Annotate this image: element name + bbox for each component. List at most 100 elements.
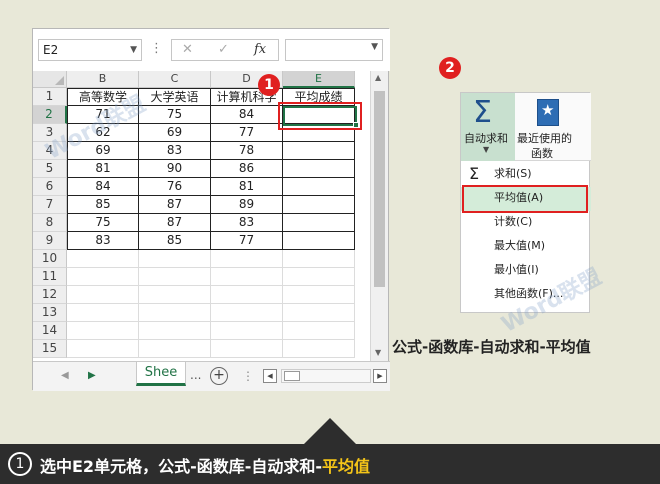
table-cell[interactable]: 84	[211, 106, 283, 124]
row-header-5[interactable]: 5	[33, 160, 67, 178]
table-cell[interactable]: 87	[139, 214, 211, 232]
table-cell[interactable]: 76	[139, 178, 211, 196]
table-cell[interactable]	[283, 250, 355, 268]
column-header-c[interactable]: C	[139, 71, 211, 88]
tab-more[interactable]: ...	[190, 368, 201, 382]
row-header-3[interactable]: 3	[33, 124, 67, 142]
formula-input[interactable]: ▼	[285, 39, 383, 61]
row-header-8[interactable]: 8	[33, 214, 67, 232]
select-all-corner[interactable]	[33, 71, 67, 88]
table-cell[interactable]	[211, 340, 283, 358]
add-sheet-button[interactable]: +	[210, 367, 228, 385]
row-header-14[interactable]: 14	[33, 322, 67, 340]
table-cell[interactable]: 75	[67, 214, 139, 232]
table-cell[interactable]	[139, 340, 211, 358]
scroll-left-icon[interactable]: ◀	[263, 369, 277, 383]
table-cell[interactable]	[283, 196, 355, 214]
table-cell[interactable]	[67, 268, 139, 286]
table-cell[interactable]: 75	[139, 106, 211, 124]
enter-icon[interactable]: ✓	[218, 42, 229, 57]
column-header-b[interactable]: B	[67, 71, 139, 88]
row-header-13[interactable]: 13	[33, 304, 67, 322]
worksheet-grid[interactable]: B C D E 1 2 3 4 5 6 7 8 9 10 11 12 13 14 15 高等数学 大学英语 计算…	[33, 71, 390, 361]
scroll-right-icon[interactable]: ▶	[373, 369, 387, 383]
table-cell[interactable]: 87	[139, 196, 211, 214]
table-cell[interactable]	[67, 304, 139, 322]
table-cell[interactable]	[283, 232, 355, 250]
table-cell[interactable]	[139, 268, 211, 286]
table-cell[interactable]	[67, 250, 139, 268]
table-cell[interactable]: 69	[67, 142, 139, 160]
menu-item[interactable]: 最小值(I)	[461, 259, 591, 283]
row-header-1[interactable]: 1	[33, 88, 67, 106]
table-cell[interactable]: 90	[139, 160, 211, 178]
table-cell[interactable]: 81	[211, 178, 283, 196]
table-cell[interactable]	[283, 214, 355, 232]
cancel-icon[interactable]: ✕	[182, 42, 193, 57]
table-cell[interactable]	[211, 250, 283, 268]
table-cell[interactable]	[67, 286, 139, 304]
autosum-button[interactable]: Σ 自动求和 ▼	[461, 93, 515, 161]
sheet-tab[interactable]: Shee	[136, 362, 186, 386]
table-cell[interactable]: 83	[211, 214, 283, 232]
table-cell[interactable]	[211, 286, 283, 304]
row-header-15[interactable]: 15	[33, 340, 67, 358]
table-cell[interactable]	[139, 250, 211, 268]
table-cell[interactable]: 85	[67, 196, 139, 214]
table-cell[interactable]	[211, 304, 283, 322]
horizontal-scrollbar[interactable]	[281, 369, 371, 383]
row-header-4[interactable]: 4	[33, 142, 67, 160]
table-cell[interactable]: 77	[211, 124, 283, 142]
table-cell[interactable]: 81	[67, 160, 139, 178]
row-header-10[interactable]: 10	[33, 250, 67, 268]
vertical-scrollbar[interactable]: ▲ ▼	[370, 71, 388, 361]
table-cell[interactable]: 62	[67, 124, 139, 142]
table-cell[interactable]: 77	[211, 232, 283, 250]
table-cell[interactable]	[211, 322, 283, 340]
table-cell[interactable]	[283, 160, 355, 178]
table-cell[interactable]	[283, 268, 355, 286]
menu-item[interactable]: 其他函数(F)...	[461, 283, 591, 307]
table-cell[interactable]	[283, 340, 355, 358]
table-cell[interactable]	[283, 304, 355, 322]
table-cell[interactable]	[139, 304, 211, 322]
table-cell[interactable]	[67, 322, 139, 340]
header-cell[interactable]: 高等数学	[67, 88, 139, 106]
menu-item[interactable]: 计数(C)	[461, 211, 591, 235]
header-cell[interactable]: 大学英语	[139, 88, 211, 106]
recent-functions-button[interactable]: ★ 最近使用的 函数	[515, 93, 585, 161]
table-cell[interactable]: 71	[67, 106, 139, 124]
table-cell[interactable]	[139, 322, 211, 340]
chevron-down-icon[interactable]: ▼	[130, 40, 137, 60]
table-cell[interactable]: 83	[67, 232, 139, 250]
row-header-9[interactable]: 9	[33, 232, 67, 250]
scroll-down-icon[interactable]: ▼	[375, 348, 381, 357]
menu-item[interactable]: 最大值(M)	[461, 235, 591, 259]
insert-function-icon[interactable]: fx	[254, 42, 266, 57]
row-header-11[interactable]: 11	[33, 268, 67, 286]
table-cell[interactable]	[67, 340, 139, 358]
table-cell[interactable]: 84	[67, 178, 139, 196]
scroll-up-icon[interactable]: ▲	[375, 73, 381, 82]
table-cell[interactable]	[283, 142, 355, 160]
name-box[interactable]: E2 ▼	[38, 39, 142, 61]
table-cell[interactable]	[283, 322, 355, 340]
table-cell[interactable]	[283, 178, 355, 196]
row-header-7[interactable]: 7	[33, 196, 67, 214]
table-cell[interactable]: 69	[139, 124, 211, 142]
row-header-2[interactable]: 2	[33, 106, 67, 124]
table-cell[interactable]	[283, 286, 355, 304]
row-header-6[interactable]: 6	[33, 178, 67, 196]
scroll-thumb[interactable]	[374, 91, 385, 287]
table-cell[interactable]: 85	[139, 232, 211, 250]
table-cell[interactable]: 83	[139, 142, 211, 160]
table-cell[interactable]	[139, 286, 211, 304]
table-cell[interactable]: 86	[211, 160, 283, 178]
table-cell[interactable]: 78	[211, 142, 283, 160]
tab-prev-icon[interactable]: ◀	[61, 370, 69, 381]
chevron-down-icon[interactable]: ▼	[371, 42, 378, 52]
row-header-12[interactable]: 12	[33, 286, 67, 304]
tab-next-icon[interactable]: ▶	[88, 370, 96, 381]
horizontal-scroll-thumb[interactable]	[284, 371, 300, 381]
table-cell[interactable]	[211, 268, 283, 286]
